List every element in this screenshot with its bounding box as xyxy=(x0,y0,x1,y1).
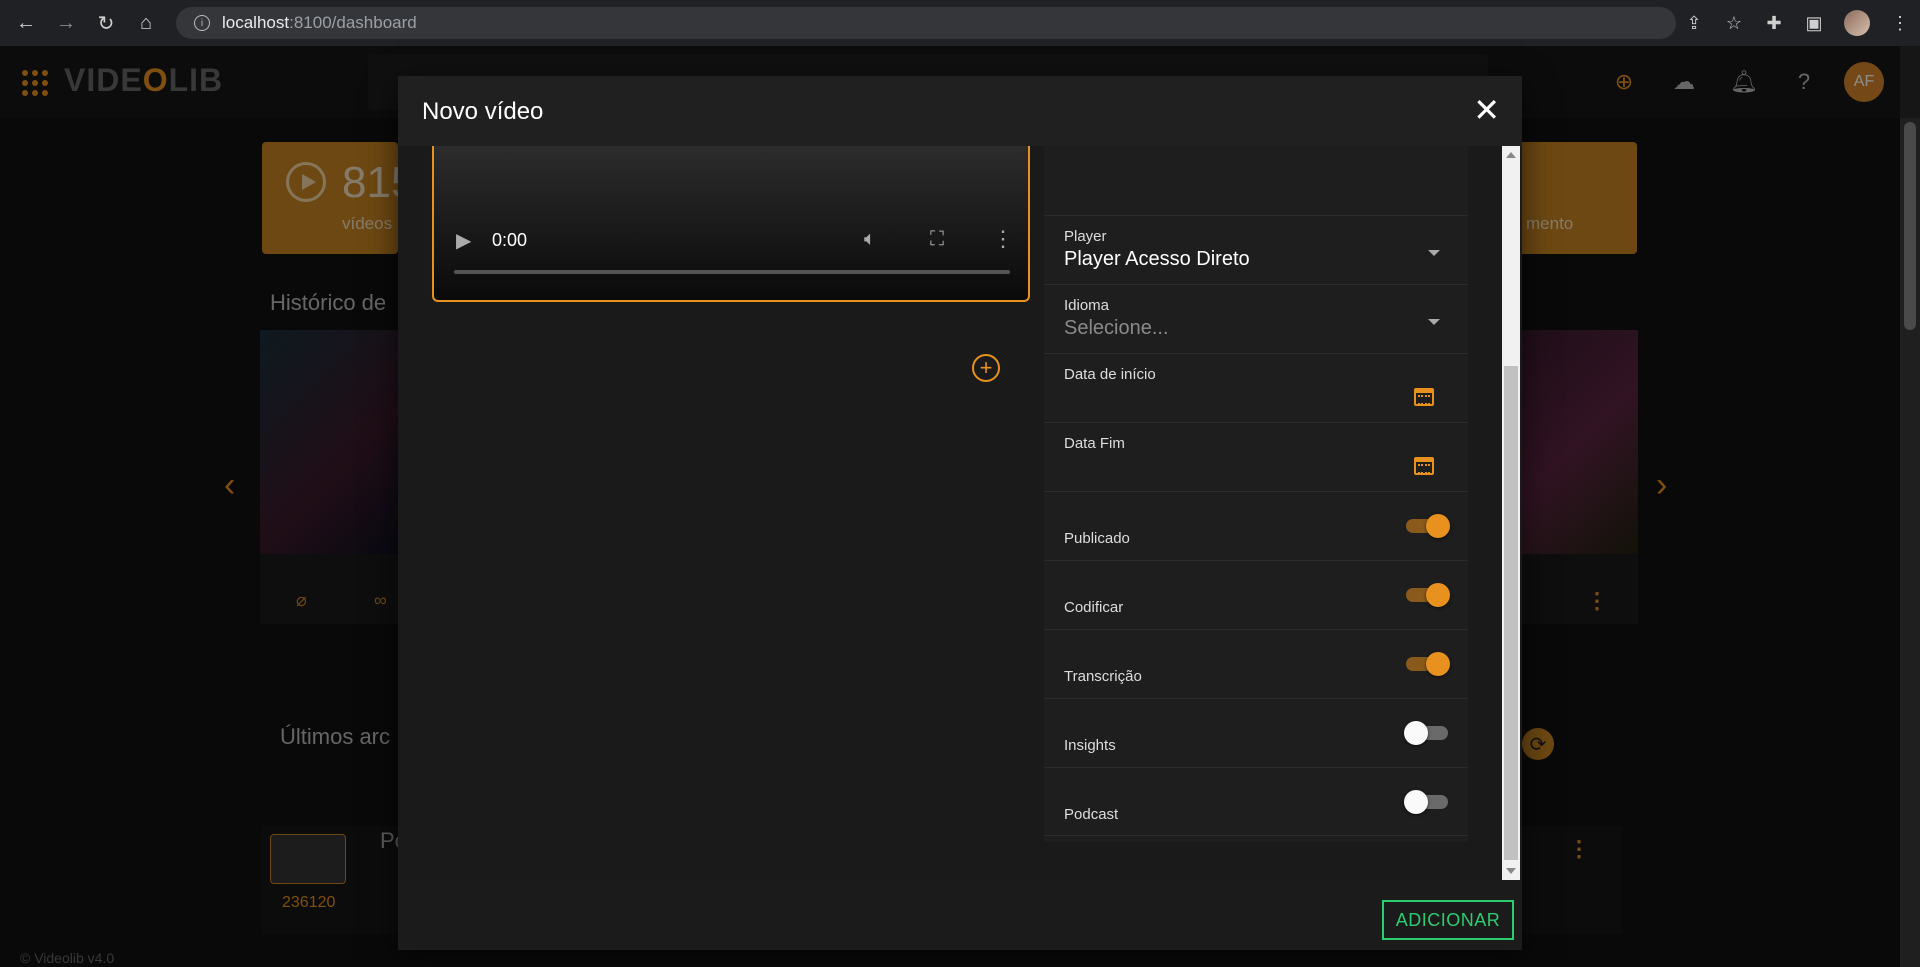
home-icon[interactable]: ⌂ xyxy=(126,3,166,43)
scrollbar-thumb[interactable] xyxy=(1504,366,1518,860)
toggle-row-insights: Insights xyxy=(1044,699,1468,768)
add-circle-icon[interactable]: + xyxy=(972,354,1000,382)
video-more-icon[interactable]: ⋮ xyxy=(992,226,1014,252)
modal-scrollbar[interactable] xyxy=(1502,146,1520,880)
toggle-label: Transcrição xyxy=(1064,668,1142,685)
video-time: 0:00 xyxy=(492,230,528,250)
volume-icon[interactable]: 🔈︎ xyxy=(864,228,876,251)
toggle-label: Publicado xyxy=(1064,530,1130,547)
video-progress-bar[interactable] xyxy=(454,270,1010,274)
video-settings-panel: Player Player Acesso Direto Idioma Selec… xyxy=(1044,146,1468,842)
play-icon[interactable]: ▶ xyxy=(456,228,471,253)
share-icon[interactable]: ⇪ xyxy=(1674,3,1714,43)
toggle-row-transcricao: Transcrição xyxy=(1044,630,1468,699)
codificar-toggle[interactable] xyxy=(1404,581,1450,607)
toggle-row-podcast: Podcast xyxy=(1044,768,1468,836)
player-label: Player xyxy=(1064,228,1107,245)
idioma-placeholder: Selecione... xyxy=(1064,317,1169,339)
fullscreen-icon[interactable]: ⛶ xyxy=(930,228,944,251)
publicado-toggle[interactable] xyxy=(1404,512,1450,538)
new-video-modal: Novo vídeo ✕ ▶ 0:00 🔈︎ ⛶ ⋮ + Player Play… xyxy=(398,76,1522,950)
end-date-field[interactable]: Data Fim xyxy=(1044,423,1468,492)
insights-toggle[interactable] xyxy=(1404,719,1450,745)
back-icon[interactable]: ← xyxy=(6,3,46,43)
start-date-field[interactable]: Data de início xyxy=(1044,354,1468,423)
chevron-down-icon xyxy=(1428,250,1440,256)
reload-icon[interactable]: ↻ xyxy=(86,3,126,43)
podcast-toggle[interactable] xyxy=(1404,788,1450,814)
page-scrollbar[interactable] xyxy=(1900,118,1920,967)
transcricao-toggle[interactable] xyxy=(1404,650,1450,676)
browser-toolbar: ← → ↻ ⌂ i localhost:8100/dashboard ⇪ ☆ ✚… xyxy=(0,0,1920,46)
toggle-label: Podcast xyxy=(1064,806,1119,823)
scroll-down-icon[interactable] xyxy=(1506,868,1516,874)
add-button[interactable]: ADICIONAR xyxy=(1382,900,1514,940)
star-icon[interactable]: ☆ xyxy=(1714,3,1754,43)
scroll-up-icon[interactable] xyxy=(1506,152,1516,158)
player-select[interactable]: Player Player Acesso Direto xyxy=(1044,216,1468,285)
menu-kebab-icon[interactable]: ⋮ xyxy=(1880,3,1920,43)
toggle-label: Insights xyxy=(1064,737,1116,754)
address-bar[interactable]: i localhost:8100/dashboard xyxy=(176,7,1676,39)
modal-header: Novo vídeo ✕ xyxy=(398,76,1522,146)
close-icon[interactable]: ✕ xyxy=(1473,94,1500,126)
extensions-icon[interactable]: ✚ xyxy=(1754,3,1794,43)
toggle-row-codificar: Codificar xyxy=(1044,561,1468,630)
url-path: :8100/dashboard xyxy=(289,13,417,32)
end-date-label: Data Fim xyxy=(1064,435,1125,452)
modal-body: ▶ 0:00 🔈︎ ⛶ ⋮ + Player Player Acesso Dir… xyxy=(398,146,1522,880)
calendar-icon[interactable] xyxy=(1414,388,1434,406)
calendar-icon[interactable] xyxy=(1414,457,1434,475)
idioma-label: Idioma xyxy=(1064,297,1110,314)
chevron-down-icon xyxy=(1428,319,1440,325)
url-host: localhost xyxy=(222,13,290,32)
idioma-select[interactable]: Idioma Selecione... xyxy=(1044,285,1468,354)
forward-icon[interactable]: → xyxy=(46,3,86,43)
start-date-label: Data de início xyxy=(1064,366,1156,383)
sidepanel-icon[interactable]: ▣ xyxy=(1794,3,1834,43)
modal-footer: ADICIONAR xyxy=(398,880,1522,950)
site-info-icon[interactable]: i xyxy=(194,15,210,31)
toggle-row-publicado: Publicado xyxy=(1044,492,1468,561)
video-player[interactable]: ▶ 0:00 🔈︎ ⛶ ⋮ xyxy=(432,146,1030,302)
browser-profile-avatar[interactable] xyxy=(1844,10,1870,36)
form-row-empty xyxy=(1044,146,1468,216)
toggle-label: Codificar xyxy=(1064,599,1124,616)
player-value: Player Acesso Direto xyxy=(1064,248,1250,270)
modal-title: Novo vídeo xyxy=(422,98,544,125)
